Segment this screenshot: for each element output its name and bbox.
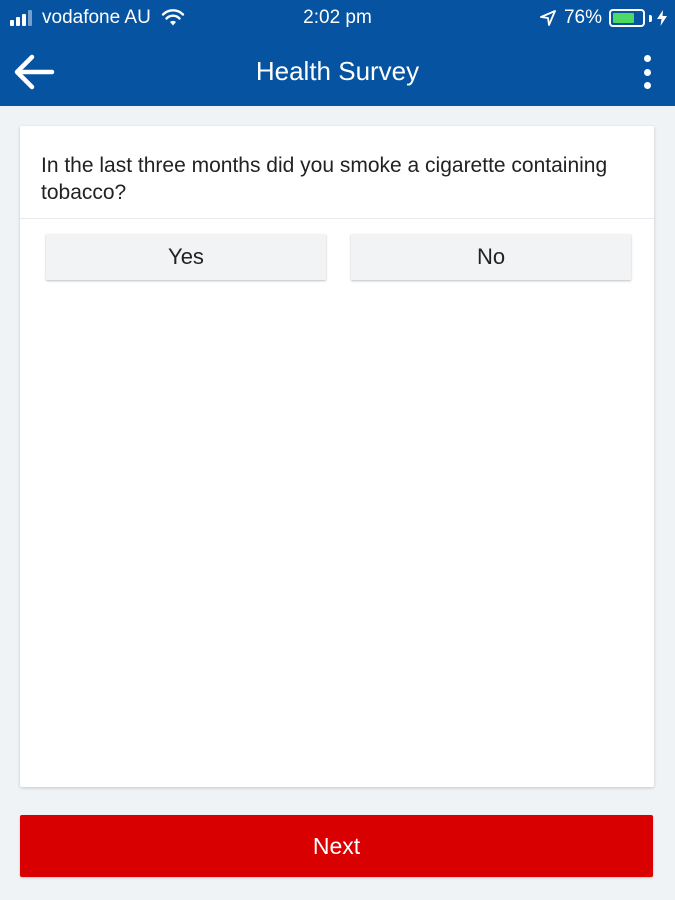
battery-icon xyxy=(609,9,645,27)
wifi-icon xyxy=(161,9,185,26)
status-left: vodafone AU xyxy=(10,7,185,29)
battery-level xyxy=(613,13,635,23)
app-screen: vodafone AU 2:02 pm 76% Health Survey In… xyxy=(0,0,675,900)
signal-icon xyxy=(10,10,34,26)
back-button[interactable] xyxy=(10,50,58,94)
app-bar: Health Survey xyxy=(0,36,675,106)
no-button[interactable]: No xyxy=(351,234,631,280)
yes-button[interactable]: Yes xyxy=(46,234,326,280)
carrier-name: vodafone AU xyxy=(42,7,151,28)
back-arrow-icon xyxy=(14,54,55,90)
more-vertical-icon[interactable] xyxy=(637,52,657,92)
next-button[interactable]: Next xyxy=(20,815,653,877)
page-title: Health Survey xyxy=(255,56,420,86)
charging-bolt-icon xyxy=(657,10,667,26)
battery-nub xyxy=(649,14,652,22)
question-text: In the last three months did you smoke a… xyxy=(20,126,654,219)
question-card: In the last three months did you smoke a… xyxy=(20,126,654,787)
battery-percent: 76% xyxy=(563,7,602,28)
status-bar: vodafone AU 2:02 pm 76% xyxy=(0,0,675,36)
location-arrow-icon xyxy=(540,10,556,26)
status-right: 76% xyxy=(540,7,667,29)
answer-options: Yes No xyxy=(20,219,654,299)
